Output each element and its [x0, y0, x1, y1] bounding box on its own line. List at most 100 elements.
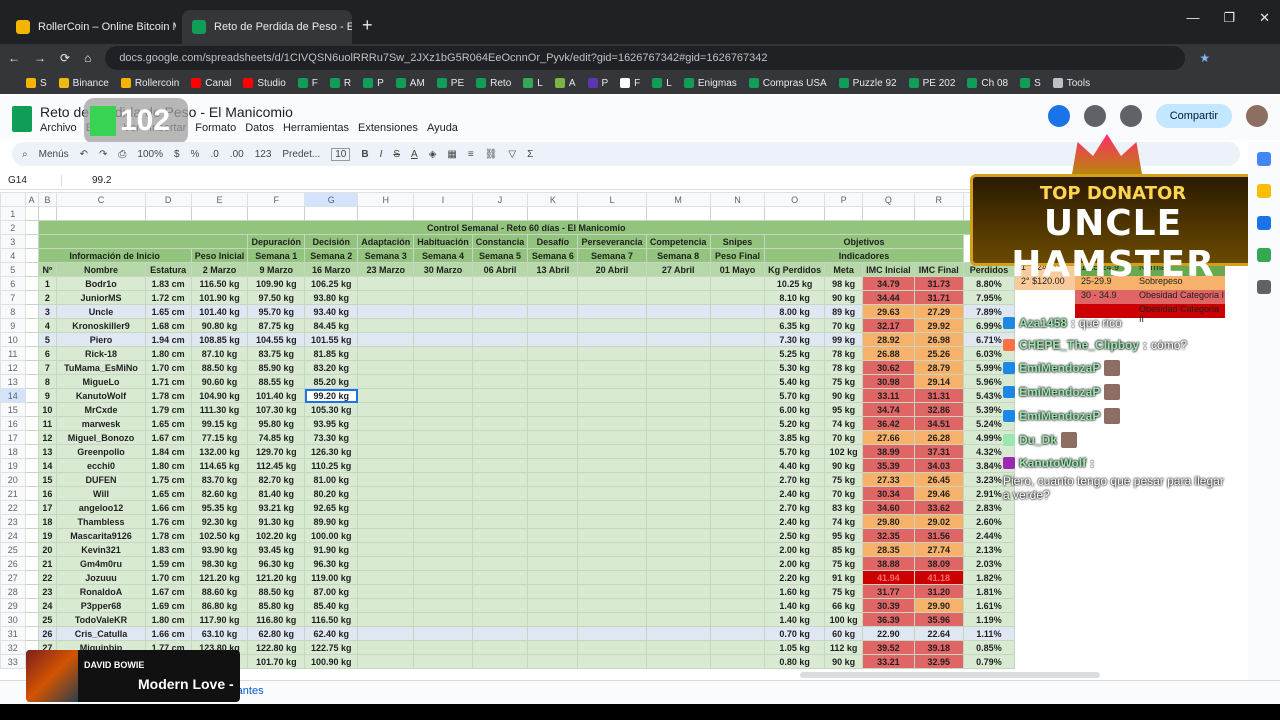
empty-week-cell[interactable]	[413, 360, 473, 375]
imc-final-cell[interactable]: 29.90	[913, 598, 964, 613]
participant-name[interactable]: MigueLo	[56, 374, 146, 389]
bookmark-item[interactable]: PE 202	[908, 78, 955, 89]
empty-week-cell[interactable]	[577, 318, 647, 333]
week1-cell[interactable]: 85.90 kg	[247, 360, 306, 375]
week2-cell[interactable]: 96.30 kg	[304, 556, 359, 571]
kg-lost-cell[interactable]: 6.00 kg	[764, 402, 826, 417]
cell[interactable]	[144, 206, 192, 221]
column-header[interactable]: M	[645, 192, 711, 207]
empty-week-cell[interactable]	[471, 514, 529, 529]
currency-button[interactable]: $	[174, 149, 180, 160]
bookmark-item[interactable]: F	[620, 78, 640, 89]
empty-week-cell[interactable]	[413, 612, 473, 627]
empty-week-cell[interactable]	[471, 570, 529, 585]
height-cell[interactable]: 1.83 cm	[144, 542, 192, 557]
week1-cell[interactable]: 91.30 kg	[247, 514, 306, 529]
participant-number[interactable]: 23	[37, 584, 58, 599]
kg-lost-cell[interactable]: 2.70 kg	[764, 472, 826, 487]
empty-week-cell[interactable]	[709, 360, 766, 375]
participant-name[interactable]: ecchi0	[56, 458, 146, 473]
height-cell[interactable]: 1.70 cm	[144, 570, 192, 585]
cell[interactable]	[24, 402, 39, 417]
week2-cell[interactable]: 101.55 kg	[304, 332, 359, 347]
empty-week-cell[interactable]	[527, 528, 579, 543]
bookmark-item[interactable]: Ch 08	[967, 78, 1008, 89]
goal-cell[interactable]: 70 kg	[824, 318, 864, 333]
imc-final-cell[interactable]: 27.74	[913, 542, 964, 557]
column-header[interactable]: Q	[862, 192, 915, 207]
percent-lost-cell[interactable]: 1.61%	[962, 598, 1015, 613]
empty-week-cell[interactable]	[471, 402, 529, 417]
empty-week-cell[interactable]	[577, 486, 647, 501]
goal-cell[interactable]: 75 kg	[824, 556, 864, 571]
cell[interactable]	[24, 626, 39, 641]
row-header[interactable]: 21	[0, 486, 26, 501]
empty-week-cell[interactable]	[471, 584, 529, 599]
kg-lost-cell[interactable]: 8.00 kg	[764, 304, 826, 319]
participant-name[interactable]: Kevin321	[56, 542, 146, 557]
empty-week-cell[interactable]	[413, 654, 473, 669]
print-icon[interactable]: ⎙	[118, 149, 126, 160]
empty-week-cell[interactable]	[577, 514, 647, 529]
week2-cell[interactable]: 87.00 kg	[304, 584, 359, 599]
empty-week-cell[interactable]	[527, 332, 579, 347]
empty-week-cell[interactable]	[709, 486, 766, 501]
participant-name[interactable]: Kronoskiller9	[56, 318, 146, 333]
url-input[interactable]: docs.google.com/spreadsheets/d/1CIVQSN6u…	[105, 46, 1186, 70]
initial-weight-cell[interactable]: 63.10 kg	[190, 626, 249, 641]
decrease-decimal-button[interactable]: .0	[210, 149, 218, 160]
goal-cell[interactable]: 89 kg	[824, 304, 864, 319]
percent-lost-cell[interactable]: 7.95%	[962, 290, 1015, 305]
empty-week-cell[interactable]	[709, 626, 766, 641]
empty-week-cell[interactable]	[527, 584, 579, 599]
percent-button[interactable]: %	[191, 149, 200, 160]
empty-week-cell[interactable]	[645, 598, 711, 613]
increase-decimal-button[interactable]: .00	[230, 149, 244, 160]
bookmark-item[interactable]: S	[26, 78, 47, 89]
empty-week-cell[interactable]	[645, 542, 711, 557]
participant-name[interactable]: P3pper68	[56, 598, 146, 613]
imc-final-cell[interactable]: 32.86	[913, 402, 964, 417]
add-addon-icon[interactable]	[1257, 280, 1271, 294]
initial-weight-cell[interactable]: 88.60 kg	[190, 584, 249, 599]
goal-cell[interactable]: 75 kg	[824, 472, 864, 487]
initial-weight-cell[interactable]: 104.90 kg	[190, 388, 249, 403]
height-cell[interactable]: 1.67 cm	[144, 430, 192, 445]
kg-lost-cell[interactable]: 2.00 kg	[764, 556, 826, 571]
empty-week-cell[interactable]	[645, 584, 711, 599]
empty-week-cell[interactable]	[413, 598, 473, 613]
week2-cell[interactable]: 110.25 kg	[304, 458, 359, 473]
height-cell[interactable]: 1.80 cm	[144, 612, 192, 627]
height-cell[interactable]: 1.66 cm	[144, 626, 192, 641]
participant-name[interactable]: Cris_Catulla	[56, 626, 146, 641]
cell[interactable]	[24, 570, 39, 585]
row-header[interactable]: 4	[0, 248, 26, 263]
cell[interactable]	[24, 612, 39, 627]
menu-item[interactable]: Extensiones	[358, 122, 418, 134]
empty-week-cell[interactable]	[645, 304, 711, 319]
cell[interactable]	[862, 206, 915, 221]
participant-number[interactable]: 8	[37, 374, 58, 389]
empty-week-cell[interactable]	[645, 640, 711, 655]
empty-week-cell[interactable]	[471, 318, 529, 333]
back-icon[interactable]: ←	[8, 51, 20, 65]
participant-name[interactable]: Greenpollo	[56, 444, 146, 459]
imc-final-cell[interactable]: 32.95	[913, 654, 964, 669]
formula-input[interactable]: 99.2	[62, 175, 111, 186]
empty-week-cell[interactable]	[471, 430, 529, 445]
empty-week-cell[interactable]	[577, 388, 647, 403]
text-color-icon[interactable]: A	[411, 149, 418, 160]
bookmark-star-icon[interactable]: ★	[1199, 51, 1210, 65]
empty-week-cell[interactable]	[357, 570, 415, 585]
empty-week-cell[interactable]	[471, 528, 529, 543]
empty-week-cell[interactable]	[577, 304, 647, 319]
bookmark-item[interactable]: L	[652, 78, 672, 89]
week2-cell[interactable]: 93.80 kg	[304, 290, 359, 305]
initial-weight-cell[interactable]: 117.90 kg	[190, 612, 249, 627]
empty-week-cell[interactable]	[413, 486, 473, 501]
imc-final-cell[interactable]: 41.18	[913, 570, 964, 585]
cell[interactable]	[24, 206, 39, 221]
kg-lost-cell[interactable]: 8.10 kg	[764, 290, 826, 305]
height-cell[interactable]: 1.78 cm	[144, 528, 192, 543]
initial-weight-cell[interactable]: 111.30 kg	[190, 402, 249, 417]
